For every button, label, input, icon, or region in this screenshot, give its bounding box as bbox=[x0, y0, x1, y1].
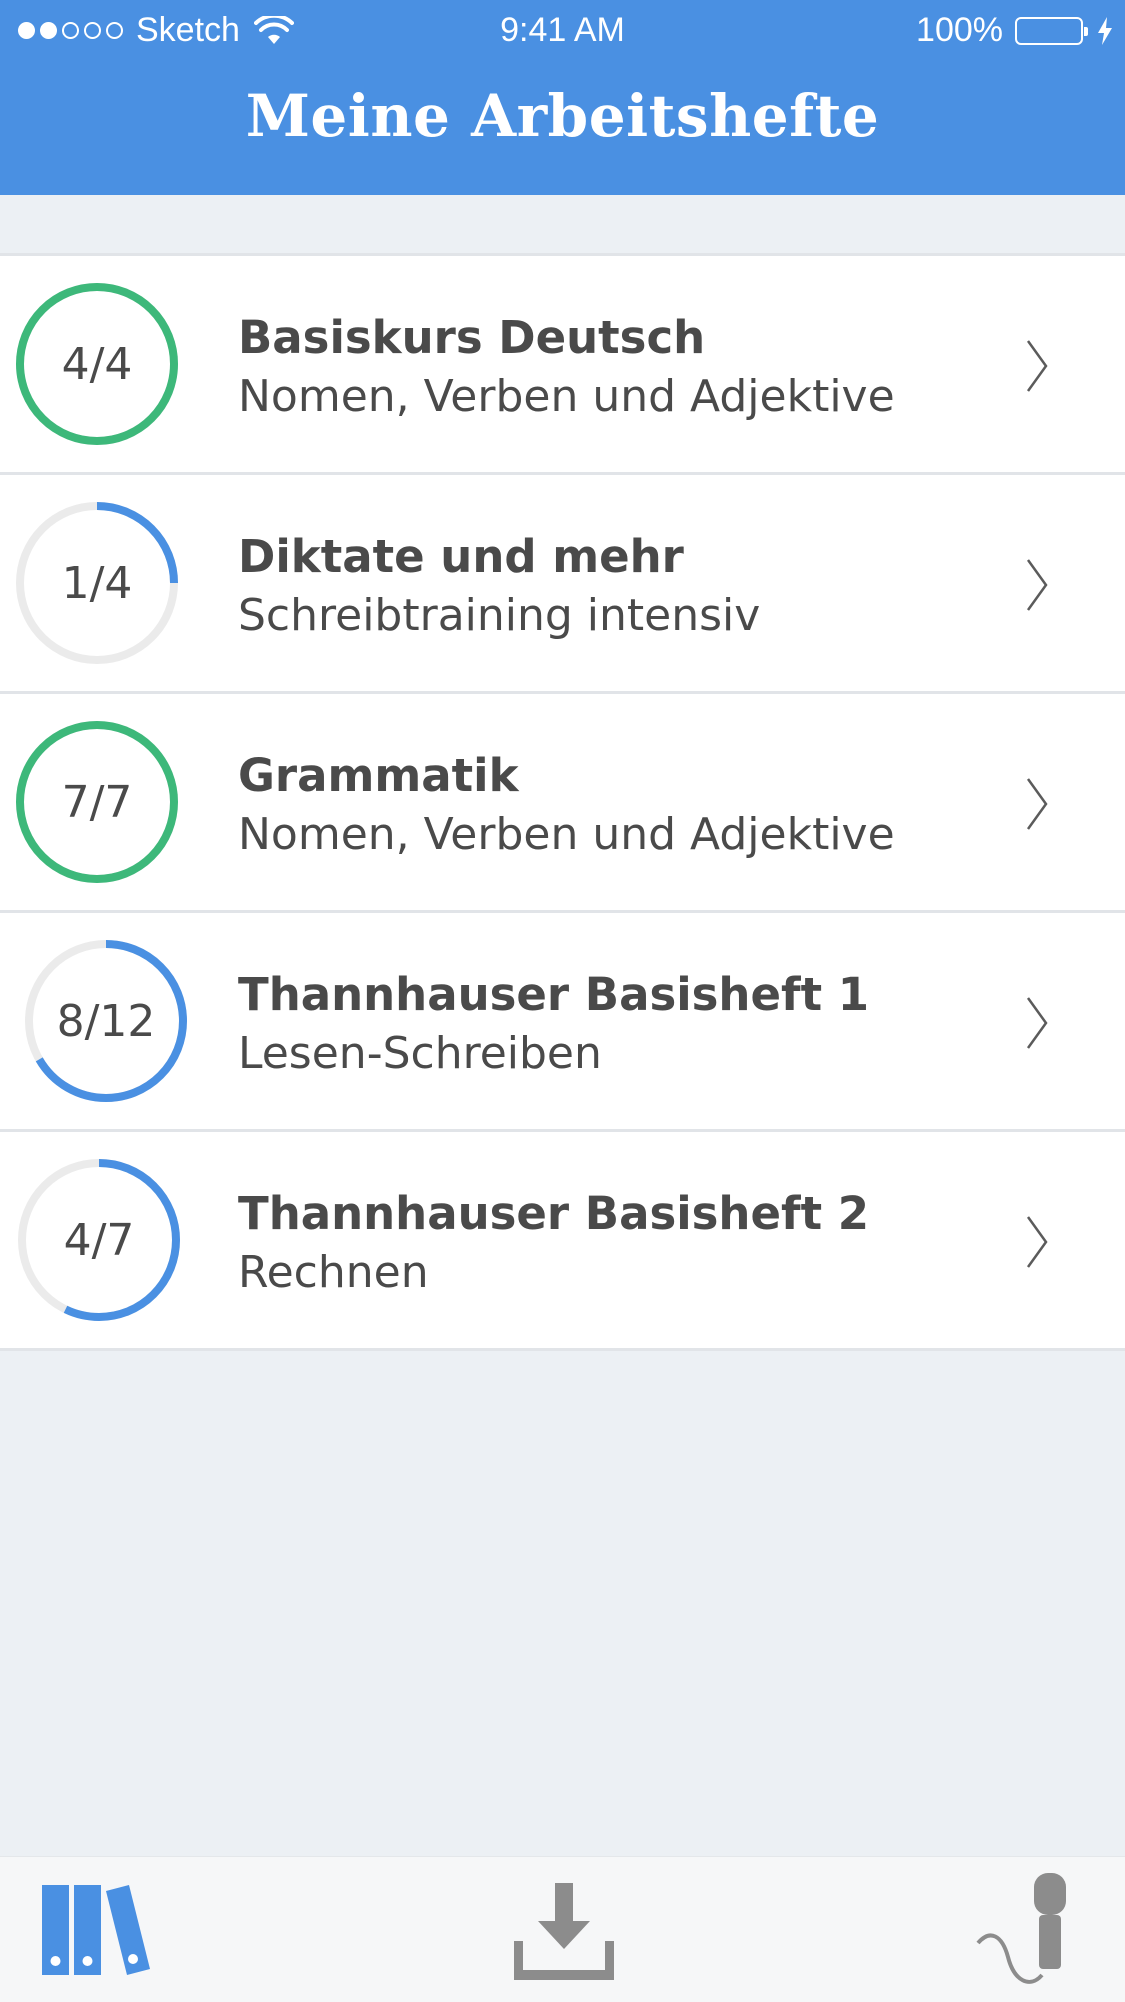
workbook-title: Basiskurs Deutsch bbox=[238, 311, 706, 364]
progress-ring: 4/4 bbox=[14, 281, 180, 447]
workbook-title: Thannhauser Basisheft 2 bbox=[238, 1187, 870, 1240]
progress-ring: 1/4 bbox=[14, 500, 180, 666]
workbook-title: Thannhauser Basisheft 1 bbox=[238, 968, 870, 1021]
workbook-subtitle: Schreibtraining intensiv bbox=[238, 590, 761, 641]
workbook-subtitle: Rechnen bbox=[238, 1247, 429, 1298]
progress-count: 4/7 bbox=[63, 1214, 135, 1266]
navigation-header: Sketch 9:41 AM 100% Meine Arbeitshefte bbox=[0, 0, 1125, 195]
workbook-row[interactable]: 1/4 Diktate und mehr Schreibtraining int… bbox=[0, 475, 1125, 694]
tab-bar bbox=[0, 1856, 1125, 2002]
progress-ring: 4/7 bbox=[16, 1157, 182, 1323]
workbook-subtitle: Nomen, Verben und Adjektive bbox=[238, 809, 895, 860]
workbook-subtitle: Lesen-Schreiben bbox=[238, 1028, 602, 1079]
workbook-list: 4/4 Basiskurs Deutsch Nomen, Verben und … bbox=[0, 253, 1125, 1351]
workbook-row[interactable]: 7/7 Grammatik Nomen, Verben und Adjektiv… bbox=[0, 694, 1125, 913]
chevron-right-icon bbox=[1026, 559, 1048, 611]
workbook-row[interactable]: 8/12 Thannhauser Basisheft 1 Lesen-Schre… bbox=[0, 913, 1125, 1132]
workbook-row[interactable]: 4/7 Thannhauser Basisheft 2 Rechnen bbox=[0, 1132, 1125, 1351]
progress-count: 8/12 bbox=[56, 995, 156, 1047]
library-icon[interactable] bbox=[40, 1881, 152, 1979]
progress-count: 4/4 bbox=[61, 338, 133, 390]
charging-bolt-icon bbox=[1098, 16, 1112, 45]
progress-ring: 8/12 bbox=[23, 938, 189, 1104]
workbook-subtitle: Nomen, Verben und Adjektive bbox=[238, 371, 895, 422]
microphone-icon[interactable] bbox=[976, 1871, 1070, 1991]
battery-percent: 100% bbox=[916, 11, 1003, 49]
chevron-right-icon bbox=[1026, 778, 1048, 830]
progress-ring: 7/7 bbox=[14, 719, 180, 885]
chevron-right-icon bbox=[1026, 1216, 1048, 1268]
chevron-right-icon bbox=[1026, 997, 1048, 1049]
progress-count: 1/4 bbox=[61, 557, 133, 609]
download-icon[interactable] bbox=[514, 1881, 614, 1981]
workbook-title: Diktate und mehr bbox=[238, 530, 684, 583]
battery-status: 100% bbox=[916, 11, 1113, 50]
chevron-right-icon bbox=[1026, 340, 1048, 392]
workbook-row[interactable]: 4/4 Basiskurs Deutsch Nomen, Verben und … bbox=[0, 253, 1125, 475]
status-bar: Sketch 9:41 AM 100% bbox=[0, 0, 1125, 64]
workbook-title: Grammatik bbox=[238, 749, 519, 802]
page-title: Meine Arbeitshefte bbox=[245, 82, 880, 150]
progress-count: 7/7 bbox=[61, 776, 133, 828]
battery-icon bbox=[1015, 16, 1088, 45]
